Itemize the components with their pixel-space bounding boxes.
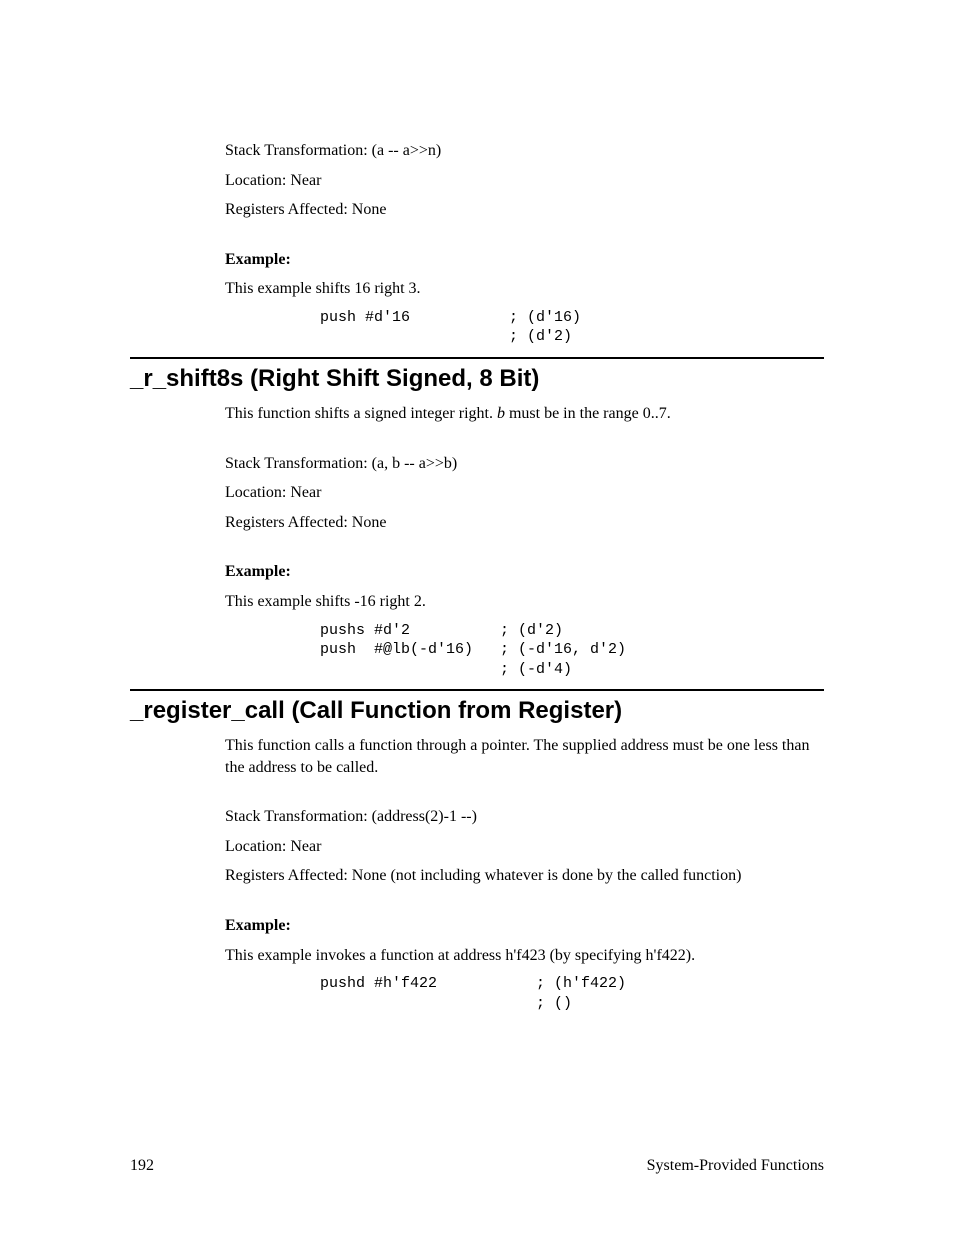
registers-line: Registers Affected: None (225, 512, 824, 534)
example-label: Example: (225, 561, 824, 583)
code-example: pushd #h'f422 ; (h'f422) ; () (320, 974, 824, 1013)
section-body-register-call: This function calls a function through a… (225, 735, 824, 1013)
chapter-title: System-Provided Functions (647, 1157, 824, 1175)
intro-block: Stack Transformation: (a -- a>>n) Locati… (225, 140, 824, 347)
desc-part-a: This function shifts a signed integer ri… (225, 405, 497, 422)
stack-transformation: Stack Transformation: (a -- a>>n) (225, 140, 824, 162)
example-description: This example shifts -16 right 2. (225, 591, 824, 613)
example-label: Example: (225, 915, 824, 937)
section-divider (130, 689, 824, 691)
location-line: Location: Near (225, 836, 824, 858)
stack-transformation: Stack Transformation: (address(2)-1 --) (225, 806, 824, 828)
code-example: push #d'16 ; (d'16) ; (d'2) (320, 308, 824, 347)
page-content: Stack Transformation: (a -- a>>n) Locati… (0, 0, 954, 1013)
location-line: Location: Near (225, 482, 824, 504)
page-footer: 192 System-Provided Functions (130, 1157, 824, 1175)
example-description: This example shifts 16 right 3. (225, 278, 824, 300)
section-description: This function calls a function through a… (225, 735, 824, 778)
section-heading-register-call: _register_call (Call Function from Regis… (130, 697, 824, 725)
section-heading-r-shift8s: _r_shift8s (Right Shift Signed, 8 Bit) (130, 365, 824, 393)
section-divider (130, 357, 824, 359)
example-description: This example invokes a function at addre… (225, 945, 824, 967)
section-body-r-shift8s: This function shifts a signed integer ri… (225, 403, 824, 679)
example-label: Example: (225, 249, 824, 271)
registers-line: Registers Affected: None (225, 199, 824, 221)
stack-transformation: Stack Transformation: (a, b -- a>>b) (225, 453, 824, 475)
registers-line: Registers Affected: None (not including … (225, 865, 824, 887)
page-number: 192 (130, 1157, 154, 1175)
location-line: Location: Near (225, 170, 824, 192)
desc-italic-b: b (497, 405, 505, 422)
desc-part-c: must be in the range 0..7. (505, 405, 671, 422)
section-description: This function shifts a signed integer ri… (225, 403, 824, 425)
code-example: pushs #d'2 ; (d'2) push #@lb(-d'16) ; (-… (320, 621, 824, 680)
